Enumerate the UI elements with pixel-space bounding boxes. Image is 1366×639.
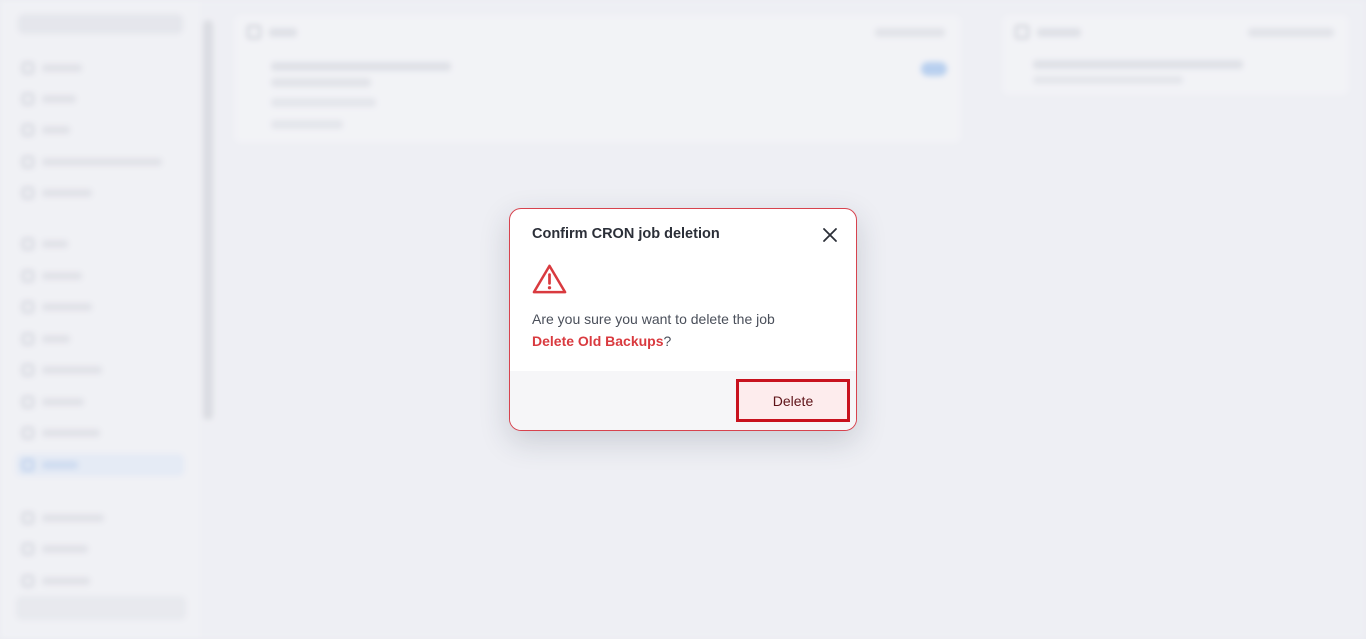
delete-button[interactable]: Delete (736, 379, 850, 422)
dialog-message-suffix: ? (663, 333, 672, 349)
close-button[interactable] (820, 225, 840, 245)
close-icon (823, 228, 837, 242)
dialog-message-text: Are you sure you want to delete the job (532, 311, 775, 327)
dialog-footer: Delete (510, 371, 856, 430)
warning-triangle-icon (532, 264, 567, 294)
confirm-delete-dialog: Confirm CRON job deletion Are you sure y… (509, 208, 857, 431)
job-name: Delete Old Backups (532, 333, 664, 349)
dialog-message: Are you sure you want to delete the job … (532, 308, 832, 352)
dialog-title: Confirm CRON job deletion (532, 226, 720, 242)
